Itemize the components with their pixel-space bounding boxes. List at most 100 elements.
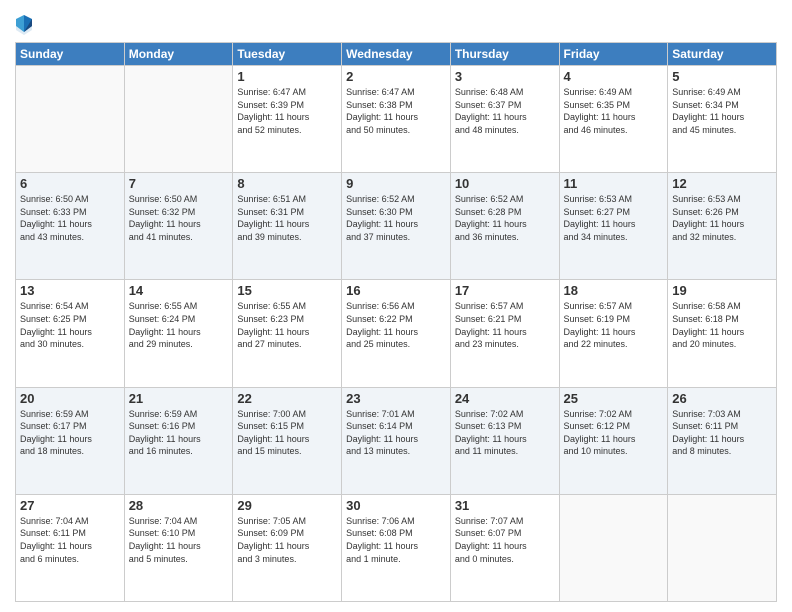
day-info: Sunrise: 6:53 AM Sunset: 6:27 PM Dayligh… [564, 193, 664, 243]
calendar-day-header-friday: Friday [559, 43, 668, 66]
day-number: 12 [672, 176, 772, 191]
calendar-day-8: 8 Sunrise: 6:51 AM Sunset: 6:31 PM Daylig… [233, 173, 342, 280]
day-info: Sunrise: 6:55 AM Sunset: 6:23 PM Dayligh… [237, 300, 337, 350]
calendar-day-28: 28 Sunrise: 7:04 AM Sunset: 6:10 PM Dayli… [124, 494, 233, 601]
day-info: Sunrise: 6:48 AM Sunset: 6:37 PM Dayligh… [455, 86, 555, 136]
calendar-week-row: 13 Sunrise: 6:54 AM Sunset: 6:25 PM Dayli… [16, 280, 777, 387]
day-info: Sunrise: 7:04 AM Sunset: 6:11 PM Dayligh… [20, 515, 120, 565]
calendar-week-row: 1 Sunrise: 6:47 AM Sunset: 6:39 PM Daylig… [16, 66, 777, 173]
day-number: 26 [672, 391, 772, 406]
day-number: 20 [20, 391, 120, 406]
day-number: 1 [237, 69, 337, 84]
day-info: Sunrise: 6:54 AM Sunset: 6:25 PM Dayligh… [20, 300, 120, 350]
day-number: 11 [564, 176, 664, 191]
logo-icon [15, 14, 33, 36]
calendar-week-row: 20 Sunrise: 6:59 AM Sunset: 6:17 PM Dayli… [16, 387, 777, 494]
calendar-day-29: 29 Sunrise: 7:05 AM Sunset: 6:09 PM Dayli… [233, 494, 342, 601]
calendar-day-7: 7 Sunrise: 6:50 AM Sunset: 6:32 PM Daylig… [124, 173, 233, 280]
calendar-day-19: 19 Sunrise: 6:58 AM Sunset: 6:18 PM Dayli… [668, 280, 777, 387]
calendar-day-10: 10 Sunrise: 6:52 AM Sunset: 6:28 PM Dayli… [450, 173, 559, 280]
day-number: 4 [564, 69, 664, 84]
day-number: 15 [237, 283, 337, 298]
day-info: Sunrise: 6:49 AM Sunset: 6:34 PM Dayligh… [672, 86, 772, 136]
calendar-day-15: 15 Sunrise: 6:55 AM Sunset: 6:23 PM Dayli… [233, 280, 342, 387]
day-info: Sunrise: 6:58 AM Sunset: 6:18 PM Dayligh… [672, 300, 772, 350]
calendar-day-11: 11 Sunrise: 6:53 AM Sunset: 6:27 PM Dayli… [559, 173, 668, 280]
day-number: 23 [346, 391, 446, 406]
day-info: Sunrise: 7:02 AM Sunset: 6:13 PM Dayligh… [455, 408, 555, 458]
day-number: 29 [237, 498, 337, 513]
calendar-day-header-tuesday: Tuesday [233, 43, 342, 66]
day-info: Sunrise: 6:52 AM Sunset: 6:28 PM Dayligh… [455, 193, 555, 243]
day-info: Sunrise: 6:50 AM Sunset: 6:33 PM Dayligh… [20, 193, 120, 243]
day-info: Sunrise: 6:52 AM Sunset: 6:30 PM Dayligh… [346, 193, 446, 243]
day-info: Sunrise: 6:57 AM Sunset: 6:21 PM Dayligh… [455, 300, 555, 350]
calendar-week-row: 6 Sunrise: 6:50 AM Sunset: 6:33 PM Daylig… [16, 173, 777, 280]
calendar-empty-cell [124, 66, 233, 173]
day-number: 2 [346, 69, 446, 84]
calendar-day-31: 31Sunrise: 7:07 AM Sunset: 6:07 PM Dayli… [450, 494, 559, 601]
day-number: 10 [455, 176, 555, 191]
day-number: 7 [129, 176, 229, 191]
calendar-day-1: 1 Sunrise: 6:47 AM Sunset: 6:39 PM Daylig… [233, 66, 342, 173]
calendar-day-header-wednesday: Wednesday [342, 43, 451, 66]
calendar-day-27: 27Sunrise: 7:04 AM Sunset: 6:11 PM Dayli… [16, 494, 125, 601]
calendar-day-17: 17 Sunrise: 6:57 AM Sunset: 6:21 PM Dayli… [450, 280, 559, 387]
calendar-week-row: 27Sunrise: 7:04 AM Sunset: 6:11 PM Dayli… [16, 494, 777, 601]
day-info: Sunrise: 6:53 AM Sunset: 6:26 PM Dayligh… [672, 193, 772, 243]
day-number: 13 [20, 283, 120, 298]
day-info: Sunrise: 6:59 AM Sunset: 6:17 PM Dayligh… [20, 408, 120, 458]
day-info: Sunrise: 7:01 AM Sunset: 6:14 PM Dayligh… [346, 408, 446, 458]
calendar-empty-cell [16, 66, 125, 173]
day-info: Sunrise: 7:06 AM Sunset: 6:08 PM Dayligh… [346, 515, 446, 565]
day-number: 17 [455, 283, 555, 298]
day-number: 18 [564, 283, 664, 298]
calendar-empty-cell [559, 494, 668, 601]
day-number: 21 [129, 391, 229, 406]
day-info: Sunrise: 7:05 AM Sunset: 6:09 PM Dayligh… [237, 515, 337, 565]
calendar-day-5: 5 Sunrise: 6:49 AM Sunset: 6:34 PM Daylig… [668, 66, 777, 173]
day-info: Sunrise: 6:56 AM Sunset: 6:22 PM Dayligh… [346, 300, 446, 350]
calendar-day-13: 13 Sunrise: 6:54 AM Sunset: 6:25 PM Dayli… [16, 280, 125, 387]
day-info: Sunrise: 7:03 AM Sunset: 6:11 PM Dayligh… [672, 408, 772, 458]
day-info: Sunrise: 6:47 AM Sunset: 6:38 PM Dayligh… [346, 86, 446, 136]
calendar-day-header-saturday: Saturday [668, 43, 777, 66]
calendar-day-26: 26 Sunrise: 7:03 AM Sunset: 6:11 PM Dayli… [668, 387, 777, 494]
calendar-day-20: 20 Sunrise: 6:59 AM Sunset: 6:17 PM Dayli… [16, 387, 125, 494]
day-number: 31 [455, 498, 555, 513]
header [15, 10, 777, 36]
calendar-day-24: 24 Sunrise: 7:02 AM Sunset: 6:13 PM Dayli… [450, 387, 559, 494]
calendar-day-14: 14 Sunrise: 6:55 AM Sunset: 6:24 PM Dayli… [124, 280, 233, 387]
calendar-table: SundayMondayTuesdayWednesdayThursdayFrid… [15, 42, 777, 602]
calendar-day-header-thursday: Thursday [450, 43, 559, 66]
day-number: 19 [672, 283, 772, 298]
calendar-day-2: 2 Sunrise: 6:47 AM Sunset: 6:38 PM Daylig… [342, 66, 451, 173]
day-number: 3 [455, 69, 555, 84]
day-number: 6 [20, 176, 120, 191]
day-info: Sunrise: 6:47 AM Sunset: 6:39 PM Dayligh… [237, 86, 337, 136]
calendar-day-12: 12 Sunrise: 6:53 AM Sunset: 6:26 PM Dayli… [668, 173, 777, 280]
day-info: Sunrise: 6:51 AM Sunset: 6:31 PM Dayligh… [237, 193, 337, 243]
day-info: Sunrise: 6:50 AM Sunset: 6:32 PM Dayligh… [129, 193, 229, 243]
day-number: 14 [129, 283, 229, 298]
calendar-day-4: 4 Sunrise: 6:49 AM Sunset: 6:35 PM Daylig… [559, 66, 668, 173]
calendar-header-row: SundayMondayTuesdayWednesdayThursdayFrid… [16, 43, 777, 66]
day-number: 5 [672, 69, 772, 84]
calendar-day-18: 18Sunrise: 6:57 AM Sunset: 6:19 PM Dayli… [559, 280, 668, 387]
calendar-day-16: 16Sunrise: 6:56 AM Sunset: 6:22 PM Dayli… [342, 280, 451, 387]
calendar-empty-cell [668, 494, 777, 601]
day-number: 25 [564, 391, 664, 406]
calendar-day-30: 30Sunrise: 7:06 AM Sunset: 6:08 PM Dayli… [342, 494, 451, 601]
day-number: 24 [455, 391, 555, 406]
page: SundayMondayTuesdayWednesdayThursdayFrid… [0, 0, 792, 612]
day-info: Sunrise: 7:00 AM Sunset: 6:15 PM Dayligh… [237, 408, 337, 458]
calendar-day-9: 9 Sunrise: 6:52 AM Sunset: 6:30 PM Daylig… [342, 173, 451, 280]
day-number: 9 [346, 176, 446, 191]
day-number: 28 [129, 498, 229, 513]
day-number: 22 [237, 391, 337, 406]
day-info: Sunrise: 6:49 AM Sunset: 6:35 PM Dayligh… [564, 86, 664, 136]
day-info: Sunrise: 7:02 AM Sunset: 6:12 PM Dayligh… [564, 408, 664, 458]
day-info: Sunrise: 7:04 AM Sunset: 6:10 PM Dayligh… [129, 515, 229, 565]
day-info: Sunrise: 6:55 AM Sunset: 6:24 PM Dayligh… [129, 300, 229, 350]
day-number: 8 [237, 176, 337, 191]
